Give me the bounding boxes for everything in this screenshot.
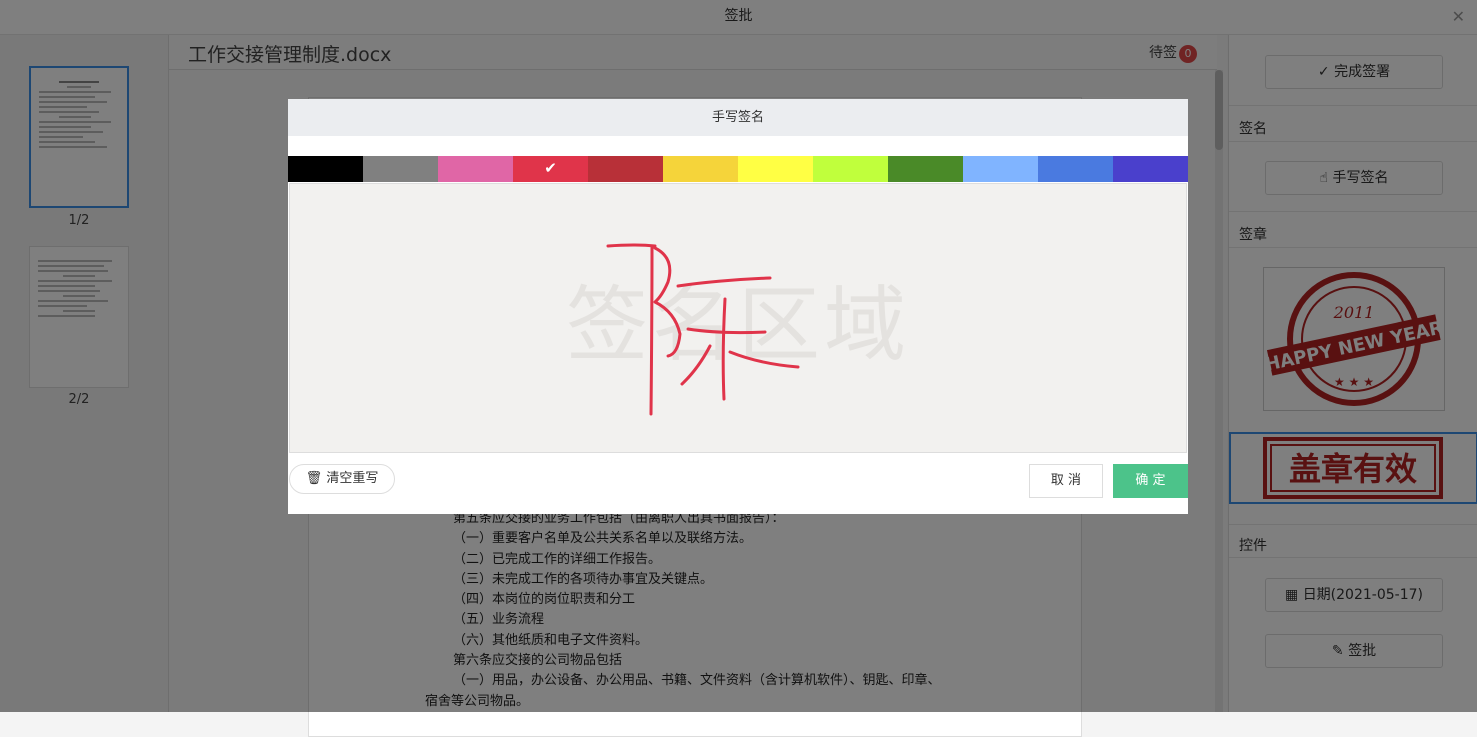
color-swatch-pink[interactable]: [438, 156, 513, 182]
color-swatch-gray[interactable]: [363, 156, 438, 182]
color-swatch-yellow[interactable]: [738, 156, 813, 182]
clear-redo-label: 清空重写: [326, 471, 379, 486]
trash-icon: 🗑: [305, 471, 323, 486]
cancel-button[interactable]: 取 消: [1029, 464, 1103, 498]
color-swatch-black[interactable]: [288, 156, 363, 182]
color-swatch-green[interactable]: [888, 156, 963, 182]
check-icon: ✔: [544, 159, 557, 177]
color-swatch-blue[interactable]: [1038, 156, 1113, 182]
confirm-button[interactable]: 确 定: [1113, 464, 1188, 498]
color-swatch-red[interactable]: ✔: [513, 156, 588, 182]
handwrite-signature-dialog: 手写签名 ✔ 签名区域 🗑 清空重写 取 消 确 定: [288, 99, 1188, 514]
handwritten-signature-strokes: [606, 243, 800, 416]
color-swatch-light-blue[interactable]: [963, 156, 1038, 182]
color-swatch-dark-red[interactable]: [588, 156, 663, 182]
dialog-title: 手写签名: [288, 99, 1188, 136]
color-swatch-gold[interactable]: [663, 156, 738, 182]
clear-redo-button[interactable]: 🗑 清空重写: [289, 464, 395, 494]
color-swatch-lime[interactable]: [813, 156, 888, 182]
color-palette: ✔: [288, 156, 1188, 182]
signature-canvas[interactable]: 签名区域: [289, 183, 1187, 453]
color-swatch-indigo[interactable]: [1113, 156, 1188, 182]
